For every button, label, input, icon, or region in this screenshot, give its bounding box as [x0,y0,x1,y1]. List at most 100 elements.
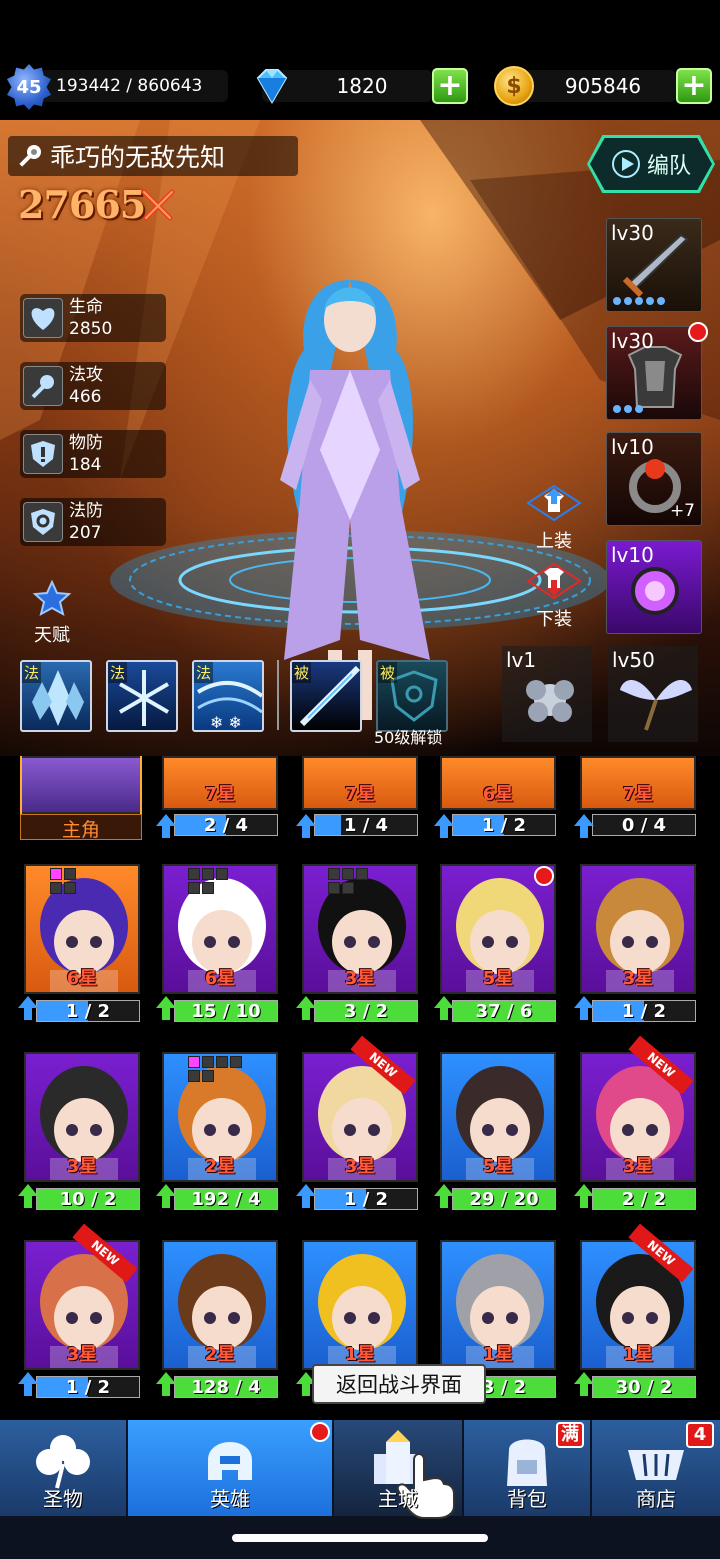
skill-locked[interactable]: 被 [376,660,448,732]
skill-frost-star[interactable]: 法 [106,660,178,732]
gear-slot-amulet[interactable]: lv10 [606,540,702,634]
hero-card[interactable]: 5星 37 / 6 [416,864,556,1026]
stat-hp-value: 2850 [69,319,113,339]
nav-alert-dot [310,1422,330,1442]
hero-stars: 3星 [622,968,654,989]
stat-magic-defense: 法防 207 [20,498,166,546]
hero-stars: 3星 [344,968,376,989]
progress-text: 1 / 2 [481,814,527,836]
heart-icon [23,298,63,338]
hero-card[interactable]: 主角 [0,756,142,841]
nav-backpack[interactable]: 背包 满 [464,1420,592,1516]
hero-helmet-icon [208,1442,252,1480]
hero-progress: 30 / 2 [592,1376,696,1398]
add-gems-button[interactable]: + [432,68,468,104]
progress-text: 1 / 2 [65,1000,111,1022]
talent-button[interactable]: 天赋 [24,579,80,647]
hero-stars: 2星 [204,1344,236,1365]
hero-stars: 7星 [344,784,376,805]
progress-text: 128 / 4 [191,1376,261,1398]
hero-stars: 3星 [66,1344,98,1365]
progress-text: 1 / 2 [343,1188,389,1210]
hero-stars: 7星 [204,784,236,805]
stat-magic-defense-value: 207 [69,523,102,543]
progress-text: 37 / 6 [475,1000,533,1022]
gear-level: lv10 [611,543,654,567]
hero-card[interactable]: 3星 1 / 2 [556,864,696,1026]
hero-progress: 1 / 2 [36,1000,140,1022]
stat-magic-attack-label: 法攻 [69,365,103,385]
hero-progress: 29 / 20 [452,1188,556,1210]
clover-icon [36,1435,90,1489]
team-button[interactable]: 编队 [590,138,712,190]
backpack-icon [507,1439,547,1486]
equip-label: 上装 [536,531,572,552]
home-indicator[interactable] [232,1534,488,1542]
hero-portrait: 5星 [440,1052,556,1182]
hero-card[interactable]: 7星 0 / 4 [556,756,696,840]
upgrade-arrow-icon [574,1184,594,1208]
nav-heroes[interactable]: 英雄 [128,1420,334,1516]
hero-progress: 3 / 2 [314,1000,418,1022]
fragment-indicator [328,868,382,894]
hero-card[interactable]: 3星 NEW 1 / 2 [0,1223,140,1402]
nav-relics[interactable]: 圣物 [0,1420,128,1516]
upgrade-arrow-icon [574,814,594,838]
skill-ice-crystal[interactable]: 法 [20,660,92,732]
add-gold-button[interactable]: + [676,68,712,104]
gear-slot-flower[interactable]: lv1 [502,646,592,742]
nav-main-city[interactable]: 主城 [334,1420,464,1519]
hero-portrait: 1星 [440,1240,556,1370]
skill-ice-blade[interactable]: 被 [290,660,362,732]
upgrade-arrow-icon [434,1184,454,1208]
upgrade-arrow-icon [18,1184,38,1208]
return-to-battle-toast[interactable]: 返回战斗界面 [312,1364,486,1404]
hero-progress: 128 / 4 [174,1376,278,1398]
wand-icon [23,366,63,406]
upgrade-arrow-icon [574,1372,594,1396]
unequip-button[interactable]: 下装 [520,562,588,630]
equip-button[interactable]: 上装 [520,484,588,552]
shield-icon [23,434,63,474]
hero-card[interactable]: 3星 NEW 2 / 2 [556,1035,696,1214]
progress-text: 15 / 10 [191,1000,261,1022]
hero-card[interactable]: 6星 1 / 2 [416,756,556,840]
stat-hp: 生命 2850 [20,294,166,342]
gear-slot-wings[interactable]: lv50 [608,646,698,742]
gear-slot-ring[interactable]: lv10 +7 [606,432,702,526]
shop-count-badge: 4 [686,1422,714,1448]
gear-slot-armor[interactable]: lv30 [606,326,702,420]
stat-hp-label: 生命 [69,297,103,317]
upgrade-arrow-icon [156,1372,176,1396]
hero-card[interactable]: 3星 10 / 2 [0,1052,140,1214]
hero-progress: 15 / 10 [174,1000,278,1022]
hero-portrait: 7星 [162,756,278,810]
upgrade-arrow-icon [434,996,454,1020]
hero-card[interactable]: 7星 2 / 4 [138,756,278,840]
hero-card[interactable]: 5星 29 / 20 [416,1052,556,1214]
upgrade-arrow-icon [156,814,176,838]
hero-portrait: 3星 [580,864,696,994]
nav-shop[interactable]: 商店 4 [592,1420,720,1516]
hero-progress: 1 / 2 [592,1000,696,1022]
main-hero-label: 主角 [20,814,142,841]
hero-progress: 1 / 4 [314,814,418,836]
hero-card[interactable]: 2星 128 / 4 [138,1240,278,1402]
hero-card[interactable]: 1星 NEW 30 / 2 [556,1223,696,1402]
upgrade-arrow-icon [18,996,38,1020]
nav-label: 主城 [378,1487,418,1511]
skill-snow-storm[interactable]: 法 ❄ ❄ [192,660,264,732]
upgrade-arrow-icon [296,1184,316,1208]
gear-stars [613,297,665,305]
gear-slot-weapon[interactable]: lv30 [606,218,702,312]
gear-level: lv50 [612,648,655,672]
hero-stars: 6星 [482,784,514,805]
gear-level: lv1 [506,648,537,672]
hero-card[interactable]: 3星 NEW 1 / 2 [278,1035,418,1214]
hero-name: 乖巧的无敌先知 [50,143,226,172]
gear-stars [613,405,643,413]
hero-progress: 2 / 4 [174,814,278,836]
hero-alert-dot [534,866,554,886]
skill-type-tag: 被 [292,662,312,683]
hero-card[interactable]: 7星 1 / 4 [278,756,418,840]
